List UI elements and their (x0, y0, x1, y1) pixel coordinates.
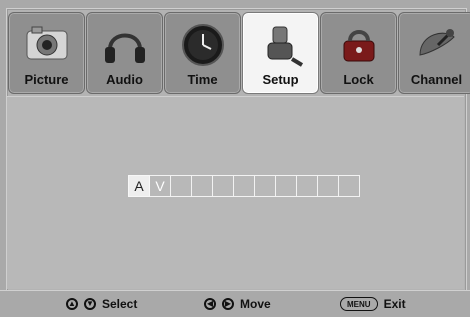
satellite-dish-icon (418, 29, 455, 56)
tab-channel[interactable]: Channel (398, 12, 470, 94)
tab-picture[interactable]: Picture (8, 12, 85, 94)
hint-label: Exit (383, 297, 406, 311)
tab-audio[interactable]: Audio (86, 12, 163, 94)
hint-move: ◀ ▶ Move (204, 297, 271, 311)
lock-icon (343, 30, 374, 62)
tab-label: Channel (410, 72, 463, 87)
camera-icon (26, 26, 67, 60)
right-arrow-icon: ▶ (222, 298, 234, 310)
tab-label: Audio (106, 72, 143, 87)
hint-label: Select (102, 297, 138, 311)
menu-key-icon: MENU (340, 297, 378, 311)
headphones-icon (104, 33, 145, 63)
tab-time[interactable]: Time (164, 12, 241, 94)
char-cell[interactable]: A (128, 175, 150, 197)
down-arrow-icon: ▼ (84, 298, 96, 310)
hint-select: ▲ ▼ Select (66, 297, 137, 311)
char-cell[interactable] (213, 175, 234, 197)
menu-tabs: Picture Audio Time Setup Lock Channel (6, 8, 470, 96)
tab-label: Setup (262, 72, 299, 87)
char-cell[interactable] (234, 175, 255, 197)
tools-icon (267, 26, 303, 67)
hint-label: Move (240, 297, 271, 311)
name-input[interactable]: A V (128, 175, 360, 197)
tab-label: Lock (343, 72, 374, 87)
hint-exit: MENU Exit (340, 297, 406, 311)
char-cell[interactable] (171, 175, 192, 197)
char-cell[interactable] (339, 175, 360, 197)
char-cell[interactable]: V (150, 175, 171, 197)
tab-label: Time (187, 72, 218, 87)
footer-hints: ▲ ▼ Select ◀ ▶ Move MENU Exit (0, 290, 470, 317)
char-cell[interactable] (318, 175, 339, 197)
tv-osd-screen: Picture Audio Time Setup Lock Channel A … (0, 0, 470, 317)
char-cell[interactable] (297, 175, 318, 197)
char-cell[interactable] (192, 175, 213, 197)
left-arrow-icon: ◀ (204, 298, 216, 310)
char-cell[interactable] (255, 175, 276, 197)
tab-setup[interactable]: Setup (242, 12, 319, 94)
tab-label: Picture (24, 72, 69, 87)
up-arrow-icon: ▲ (66, 298, 78, 310)
char-cell[interactable] (276, 175, 297, 197)
tab-lock[interactable]: Lock (320, 12, 397, 94)
clock-icon (181, 24, 224, 66)
